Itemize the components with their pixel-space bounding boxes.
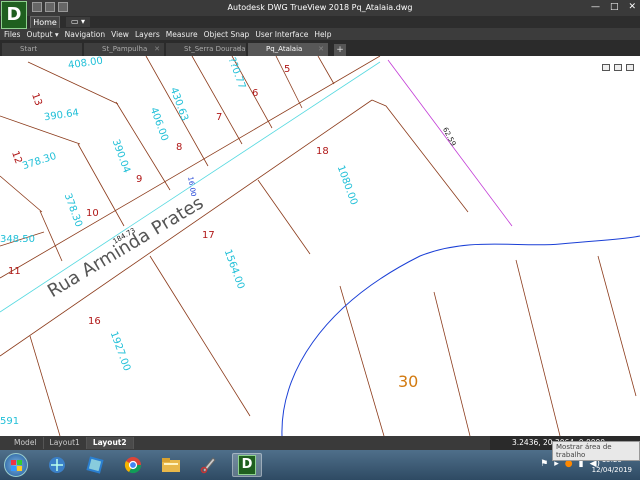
doc-tab-st-serra-dourada[interactable]: St_Serra Dourada ✕ — [166, 43, 246, 56]
lot-line — [257, 179, 311, 255]
lot-line — [115, 101, 171, 191]
lot-number: 11 — [8, 266, 21, 277]
title-bar: D Autodesk DWG TrueView 2018 Pq_Atalaia.… — [0, 0, 640, 29]
clock-date: 12/04/2019 — [591, 466, 632, 474]
lot-line — [0, 175, 43, 213]
window-title: Autodesk DWG TrueView 2018 Pq_Atalaia.dw… — [227, 3, 413, 12]
lot-line — [317, 56, 335, 85]
doc-tab-pq-atalaia[interactable]: Pq_Atalaia ✕ — [248, 43, 328, 56]
new-tab-button[interactable]: + — [334, 44, 346, 56]
lot-line — [433, 291, 471, 436]
layout-tab-bar: Model Layout1 Layout2 3.2436, 20.3064, 0… — [0, 436, 640, 450]
lot-number: 9 — [136, 174, 143, 185]
taskbar-snipping-tool-icon[interactable] — [194, 453, 224, 477]
menu-measure[interactable]: Measure — [166, 30, 198, 39]
menu-object-snap[interactable]: Object Snap — [204, 30, 250, 39]
lot-number: 7 — [216, 112, 223, 123]
dwg-trueview-logo-icon[interactable]: D — [1, 1, 27, 29]
taskbar-chrome-icon[interactable] — [118, 453, 148, 477]
street-edge-south — [0, 99, 373, 357]
menu-output[interactable]: Output ▾ — [26, 30, 58, 39]
doc-tab-label: Pq_Atalaia — [266, 45, 303, 53]
lot-line — [39, 210, 63, 262]
layout-tabs: Model Layout1 Layout2 — [8, 437, 134, 449]
maximize-button[interactable]: □ — [610, 2, 619, 12]
viewport-close-icon[interactable] — [626, 64, 634, 71]
minimize-button[interactable]: — — [591, 2, 600, 12]
lot-number: 18 — [316, 146, 329, 157]
boundary-curve — [281, 235, 640, 436]
taskbar-file-explorer-icon[interactable] — [156, 453, 186, 477]
doc-tab-label: Start — [20, 45, 38, 53]
street-edge-north — [0, 56, 381, 279]
ribbon-tab-row: Home ▭ ▾ — [0, 16, 640, 28]
tab-model[interactable]: Model — [8, 437, 44, 449]
close-icon[interactable]: ✕ — [154, 43, 160, 56]
drawing-canvas[interactable]: Rua Arminda Prates 408.00 430.63 ??0.77 … — [0, 56, 640, 436]
tab-workspace-dropdown[interactable]: ▭ ▾ — [66, 17, 90, 27]
tab-layout1[interactable]: Layout1 — [44, 437, 87, 449]
lot-line — [515, 259, 561, 436]
lot-line — [0, 115, 81, 145]
taskbar-dwg-trueview-icon[interactable]: D — [232, 453, 262, 477]
close-icon[interactable]: ✕ — [318, 43, 324, 56]
menu-layers[interactable]: Layers — [135, 30, 160, 39]
doc-tab-start[interactable]: Start — [2, 43, 82, 56]
lot-number-30: 30 — [398, 372, 419, 391]
menu-view[interactable]: View — [111, 30, 129, 39]
tab-home[interactable]: Home — [30, 16, 60, 28]
close-icon[interactable]: ✕ — [236, 43, 242, 56]
doc-tab-st-pampulha[interactable]: St_Pampulha ✕ — [84, 43, 164, 56]
lot-number: 5 — [284, 64, 291, 75]
taskbar-explorer-icon[interactable] — [42, 453, 72, 477]
doc-tab-label: St_Pampulha — [102, 45, 148, 53]
tab-layout2[interactable]: Layout2 — [86, 437, 134, 449]
lot-number: 16 — [88, 316, 101, 327]
document-tabs: Start St_Pampulha ✕ St_Serra Dourada ✕ Pq_… — [0, 40, 640, 56]
lot-number: 6 — [252, 88, 259, 99]
windows-taskbar: D ⚑ ▸ ● ▮ ◀) 15:25 12/04/2019 — [0, 450, 640, 480]
menu-navigation[interactable]: Navigation — [65, 30, 105, 39]
lot-line — [339, 285, 385, 436]
lot-line — [597, 255, 637, 397]
lot-line — [29, 335, 61, 436]
dimension-348-50: 348.50 — [0, 234, 35, 245]
viewport-minimize-icon[interactable] — [602, 64, 610, 71]
menu-bar: Files Output ▾ Navigation View Layers Me… — [0, 28, 640, 40]
menu-files[interactable]: Files — [4, 30, 20, 39]
show-desktop-tooltip: Mostrar área de trabalho — [552, 441, 640, 461]
viewport-controls — [602, 64, 634, 71]
lot-number: 17 — [202, 230, 215, 241]
close-button[interactable]: ✕ — [628, 2, 636, 12]
window-controls: — □ ✕ — [591, 2, 636, 12]
menu-user-interface[interactable]: User Interface — [255, 30, 308, 39]
taskbar-media-player-icon[interactable] — [80, 453, 110, 477]
dimension-591: 591 — [0, 416, 20, 427]
lot-number: 8 — [176, 142, 183, 153]
start-button[interactable] — [4, 453, 28, 477]
cad-drawing — [0, 56, 640, 436]
menu-help[interactable]: Help — [314, 30, 331, 39]
lot-number: 10 — [86, 208, 99, 219]
lot-line — [371, 99, 469, 213]
flag-icon[interactable]: ⚑ — [540, 459, 548, 469]
viewport-restore-icon[interactable] — [614, 64, 622, 71]
